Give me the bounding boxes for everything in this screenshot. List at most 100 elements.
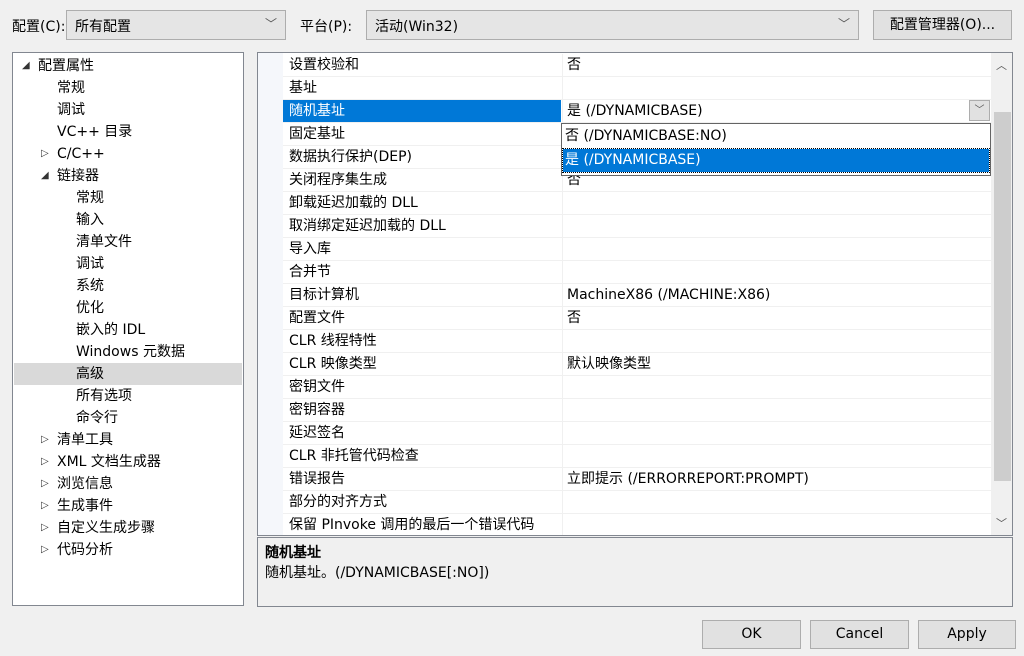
collapsed-arrow-icon[interactable]: ▷	[41, 473, 49, 495]
tree-item[interactable]: 优化	[14, 297, 242, 319]
dropdown-list[interactable]: 否 (/DYNAMICBASE:NO) 是 (/DYNAMICBASE)	[561, 123, 991, 176]
property-value[interactable]: 立即提示 (/ERRORREPORT:PROMPT)	[562, 468, 991, 490]
property-name: CLR 非托管代码检查	[289, 448, 419, 464]
property-name: 延迟签名	[289, 425, 345, 441]
property-row[interactable]: 错误报告 立即提示 (/ERRORREPORT:PROMPT)	[283, 468, 991, 491]
property-value[interactable]: 默认映像类型	[562, 353, 991, 375]
tree-item[interactable]: ▷ XML 文档生成器	[14, 451, 242, 473]
property-value[interactable]	[562, 514, 991, 535]
property-row[interactable]: 部分的对齐方式	[283, 491, 991, 514]
property-name: 目标计算机	[289, 287, 359, 303]
property-name: 密钥文件	[289, 379, 345, 395]
property-name: 随机基址	[283, 100, 561, 122]
tree-item-label: 链接器	[57, 168, 99, 184]
tree-item[interactable]: 调试	[14, 253, 242, 275]
property-row[interactable]: 随机基址是 (/DYNAMICBASE)	[283, 100, 991, 123]
property-row[interactable]: 密钥文件	[283, 376, 991, 399]
tree-item[interactable]: ▷ 生成事件	[14, 495, 242, 517]
tree-item-label: 所有选项	[76, 388, 132, 404]
tree-item[interactable]: ▷ C/C++	[14, 143, 242, 165]
expanded-arrow-icon[interactable]: ◢	[22, 55, 30, 77]
dropdown-button[interactable]: ﹀	[969, 100, 990, 121]
property-row[interactable]: CLR 非托管代码检查	[283, 445, 991, 468]
scroll-down-icon[interactable]: ﹀	[996, 515, 1007, 531]
property-row[interactable]: 基址	[283, 77, 991, 100]
property-row[interactable]: 合并节	[283, 261, 991, 284]
tree-item[interactable]: 调试	[14, 99, 242, 121]
tree-item-label: 优化	[76, 300, 104, 316]
expanded-arrow-icon[interactable]: ◢	[41, 165, 49, 187]
property-value[interactable]: 否	[562, 54, 991, 76]
chevron-down-icon: ﹀	[837, 17, 850, 31]
property-value[interactable]: 是 (/DYNAMICBASE)	[562, 100, 991, 122]
tree-item[interactable]: VC++ 目录	[14, 121, 242, 143]
property-row[interactable]: 配置文件 否	[283, 307, 991, 330]
property-value[interactable]	[562, 192, 991, 214]
tree-item[interactable]: Windows 元数据	[14, 341, 242, 363]
tree-item[interactable]: 高级	[14, 363, 242, 385]
tree-item[interactable]: 嵌入的 IDL	[14, 319, 242, 341]
property-value[interactable]	[562, 399, 991, 421]
property-tree[interactable]: ◢ 配置属性 常规 调试 VC++ 目录 ▷ C/C++ ◢ 链接器 常规 输入 清单文件 调试 系统 优化…	[12, 52, 244, 606]
property-row[interactable]: 延迟签名	[283, 422, 991, 445]
property-value[interactable]: 否	[562, 307, 991, 329]
property-value[interactable]	[562, 422, 991, 444]
property-row[interactable]: CLR 映像类型 默认映像类型	[283, 353, 991, 376]
collapsed-arrow-icon[interactable]: ▷	[41, 495, 49, 517]
tree-item[interactable]: ◢ 链接器	[14, 165, 242, 187]
property-value[interactable]	[562, 445, 991, 467]
scroll-up-icon[interactable]: ︿	[996, 57, 1007, 73]
collapsed-arrow-icon[interactable]: ▷	[41, 429, 49, 451]
tree-item[interactable]: ▷ 浏览信息	[14, 473, 242, 495]
ok-button[interactable]: OK	[702, 620, 801, 649]
dropdown-option-yes[interactable]: 是 (/DYNAMICBASE)	[562, 148, 990, 173]
property-row[interactable]: 取消绑定延迟加载的 DLL	[283, 215, 991, 238]
property-value[interactable]	[562, 215, 991, 237]
property-row[interactable]: CLR 线程特性	[283, 330, 991, 353]
property-name: 密钥容器	[289, 402, 345, 418]
property-row[interactable]: 导入库	[283, 238, 991, 261]
property-value[interactable]	[562, 261, 991, 283]
cancel-button[interactable]: Cancel	[810, 620, 909, 649]
property-row[interactable]: 保留 PInvoke 调用的最后一个错误代码	[283, 514, 991, 535]
tree-item[interactable]: ◢ 配置属性	[14, 55, 242, 77]
property-row[interactable]: 设置校验和 否	[283, 54, 991, 77]
property-value[interactable]	[562, 376, 991, 398]
apply-button[interactable]: Apply	[918, 620, 1016, 649]
property-value[interactable]	[562, 77, 991, 99]
property-value[interactable]	[562, 330, 991, 352]
property-row[interactable]: 卸载延迟加载的 DLL	[283, 192, 991, 215]
tree-item-label: 命令行	[76, 410, 118, 426]
collapsed-arrow-icon[interactable]: ▷	[41, 143, 49, 165]
property-row[interactable]: 目标计算机 MachineX86 (/MACHINE:X86)	[283, 284, 991, 307]
config-combo[interactable]: 所有配置 ﹀	[66, 10, 286, 40]
tree-item[interactable]: ▷ 代码分析	[14, 539, 242, 561]
tree-item[interactable]: ▷ 清单工具	[14, 429, 242, 451]
collapsed-arrow-icon[interactable]: ▷	[41, 539, 49, 561]
tree-item-label: 常规	[76, 190, 104, 206]
scrollbar-thumb[interactable]	[994, 112, 1011, 481]
dropdown-option-no[interactable]: 否 (/DYNAMICBASE:NO)	[563, 125, 989, 148]
property-name: 基址	[289, 80, 317, 96]
tree-item[interactable]: 清单文件	[14, 231, 242, 253]
tree-item[interactable]: 输入	[14, 209, 242, 231]
config-manager-button[interactable]: 配置管理器(O)...	[873, 10, 1012, 40]
property-name: 保留 PInvoke 调用的最后一个错误代码	[289, 517, 535, 533]
tree-item-label: C/C++	[57, 146, 105, 162]
property-value[interactable]	[562, 491, 991, 513]
tree-item-label: Windows 元数据	[76, 344, 185, 360]
collapsed-arrow-icon[interactable]: ▷	[41, 451, 49, 473]
platform-combo[interactable]: 活动(Win32) ﹀	[366, 10, 859, 40]
tree-item[interactable]: 系统	[14, 275, 242, 297]
tree-item[interactable]: 所有选项	[14, 385, 242, 407]
property-value[interactable]	[562, 238, 991, 260]
collapsed-arrow-icon[interactable]: ▷	[41, 517, 49, 539]
tree-item[interactable]: 常规	[14, 187, 242, 209]
property-row[interactable]: 密钥容器	[283, 399, 991, 422]
tree-item[interactable]: 命令行	[14, 407, 242, 429]
property-value[interactable]: MachineX86 (/MACHINE:X86)	[562, 284, 991, 306]
scrollbar[interactable]: ︿ ﹀	[991, 53, 1012, 535]
tree-item-label: 配置属性	[38, 58, 94, 74]
tree-item[interactable]: ▷ 自定义生成步骤	[14, 517, 242, 539]
tree-item[interactable]: 常规	[14, 77, 242, 99]
